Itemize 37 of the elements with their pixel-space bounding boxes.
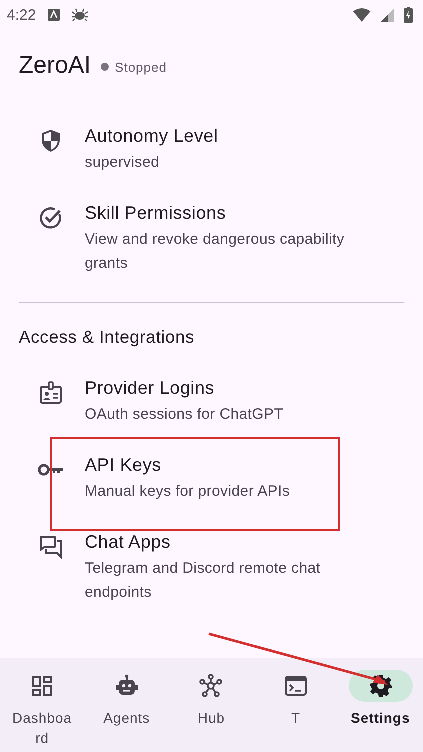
status-time: 4:22 bbox=[7, 6, 36, 24]
item-description: Telegram and Discord remote chat endpoints bbox=[85, 559, 322, 603]
item-title: Chat Apps bbox=[85, 532, 172, 553]
settings-item[interactable]: Autonomy Level supervised bbox=[0, 112, 423, 189]
battery-icon bbox=[404, 7, 413, 23]
bug-icon bbox=[72, 8, 88, 22]
item-description: Manual keys for provider APIs bbox=[85, 482, 292, 502]
settings-item[interactable]: API Keys Manual keys for provider APIs bbox=[0, 441, 423, 518]
shield-icon bbox=[41, 129, 61, 153]
item-description: View and revoke dangerous capability grants bbox=[85, 230, 346, 274]
terminal-icon bbox=[284, 674, 308, 698]
nav-tab[interactable]: T bbox=[254, 658, 338, 752]
key-icon bbox=[38, 463, 64, 477]
nav-tab[interactable]: Hub bbox=[169, 658, 254, 752]
chat-icon bbox=[39, 535, 63, 559]
dashboard-icon bbox=[30, 674, 54, 698]
settings-item[interactable]: Skill Permissions View and revoke dangerous capability grants bbox=[0, 189, 423, 290]
item-description: supervised bbox=[85, 153, 161, 173]
nav-tab[interactable]: Agents bbox=[84, 658, 170, 752]
item-title: API Keys bbox=[85, 455, 162, 476]
nav-tab[interactable]: Settings bbox=[338, 658, 423, 752]
robot-icon bbox=[114, 674, 139, 698]
hub-icon bbox=[199, 674, 224, 698]
item-title: Provider Logins bbox=[85, 378, 216, 399]
item-description: OAuth sessions for ChatGPT bbox=[85, 405, 285, 425]
section-heading: Access & Integrations bbox=[18, 326, 196, 349]
item-title: Skill Permissions bbox=[85, 203, 228, 224]
signal-icon bbox=[381, 8, 394, 22]
status-label: Stopped bbox=[115, 60, 167, 74]
item-title: Autonomy Level bbox=[85, 126, 220, 147]
id-badge-icon bbox=[39, 381, 63, 405]
check-circle-icon bbox=[39, 206, 63, 230]
settings-item[interactable]: Chat Apps Telegram and Discord remote chat endpoints bbox=[0, 518, 423, 619]
app-title: ZeroAI bbox=[19, 52, 92, 80]
wifi-icon bbox=[353, 8, 371, 22]
nav-tab[interactable]: Dashboard bbox=[0, 658, 85, 752]
settings-item[interactable]: Provider Logins OAuth sessions for ChatGPT bbox=[0, 364, 423, 441]
